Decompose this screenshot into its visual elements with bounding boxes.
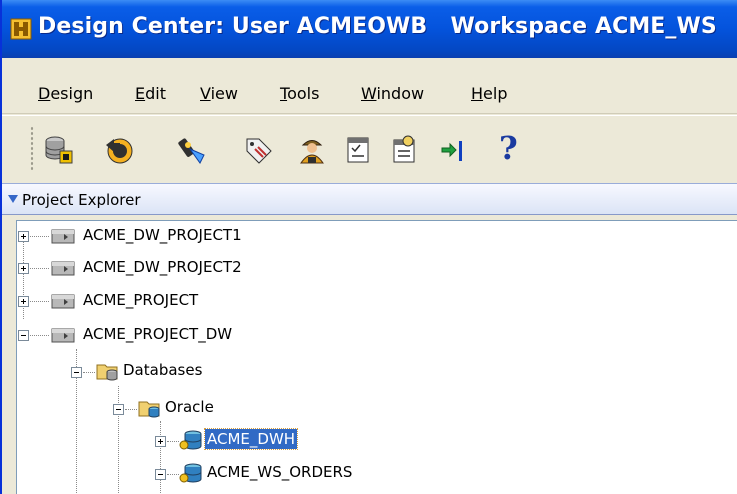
database-button[interactable] (42, 133, 76, 167)
menu-window[interactable]: Window (361, 84, 424, 103)
project-explorer-title: Project Explorer (22, 191, 141, 209)
tag-icon (246, 138, 272, 164)
menu-view[interactable]: View (200, 84, 238, 103)
app-icon (10, 18, 32, 40)
module-icon (179, 463, 202, 483)
flashlight-icon (178, 138, 205, 164)
undo-icon (106, 138, 133, 164)
module-icon (179, 430, 202, 450)
design-center-window: Design Center: User ACMEOWB Workspace AC… (0, 0, 737, 494)
goto-end-icon (441, 141, 462, 161)
oracle-folder-icon (138, 401, 160, 418)
tree-node-acme-dw-project2[interactable]: ACME_DW_PROJECT2 (81, 257, 244, 277)
expand-toggle[interactable] (18, 263, 29, 274)
undo-button[interactable] (102, 133, 136, 167)
project-icon (51, 294, 75, 309)
project-tree: ACME_DW_PROJECT1 ACME_DW_PROJECT2 ACME_P… (16, 220, 737, 494)
databases-folder-icon (96, 364, 118, 381)
properties-alt-button[interactable] (388, 133, 422, 167)
tree-node-acme-dw-project1[interactable]: ACME_DW_PROJECT1 (81, 225, 244, 245)
tree-connector (30, 301, 49, 302)
help-icon: ? (499, 129, 518, 167)
expand-toggle[interactable] (18, 296, 29, 307)
properties-icon (347, 137, 369, 163)
tree-connector (160, 421, 161, 494)
project-icon (51, 229, 75, 244)
tag-button[interactable] (241, 133, 275, 167)
collapse-toggle[interactable] (155, 469, 166, 480)
help-button[interactable]: ? (491, 129, 525, 167)
menu-help[interactable]: Help (471, 84, 507, 103)
tree-node-acme-ws-orders[interactable]: ACME_WS_ORDERS (205, 462, 354, 482)
tree-node-acme-project-dw[interactable]: ACME_PROJECT_DW (81, 324, 234, 344)
project-icon (51, 261, 75, 276)
tree-connector (30, 268, 49, 269)
collapse-triangle-icon[interactable] (8, 195, 18, 203)
menu-tools[interactable]: Tools (280, 84, 319, 103)
tree-connector (83, 372, 95, 373)
tree-node-acme-project[interactable]: ACME_PROJECT (81, 290, 200, 310)
goto-end-button[interactable] (434, 133, 468, 167)
database-icon (45, 136, 73, 164)
tree-connector (125, 409, 137, 410)
properties-button[interactable] (342, 133, 376, 167)
expand-toggle[interactable] (155, 436, 166, 447)
project-explorer-header[interactable]: Project Explorer (2, 183, 737, 215)
flashlight-button[interactable] (176, 133, 210, 167)
tree-connector (167, 474, 179, 475)
tree-connector (30, 335, 49, 336)
project-icon (51, 328, 75, 343)
collapse-toggle[interactable] (71, 367, 82, 378)
tree-connector (30, 236, 49, 237)
user-button[interactable] (295, 133, 329, 167)
toolbar: ? (2, 115, 737, 181)
user-icon (300, 140, 324, 164)
window-title: Design Center: User ACMEOWB Workspace AC… (38, 14, 717, 39)
collapse-toggle[interactable] (113, 404, 124, 415)
title-bar[interactable]: Design Center: User ACMEOWB Workspace AC… (2, 0, 737, 58)
collapse-toggle[interactable] (18, 330, 29, 341)
tree-connector (118, 386, 119, 494)
tree-node-oracle[interactable]: Oracle (163, 397, 216, 417)
tree-connector (167, 441, 179, 442)
tree-node-databases[interactable]: Databases (121, 360, 204, 380)
tree-node-acme-dwh[interactable]: ACME_DWH (203, 428, 299, 450)
toolbar-grip[interactable] (30, 126, 34, 172)
menu-bar: Design Edit View Tools Window Help (2, 72, 737, 114)
menu-design[interactable]: Design (38, 84, 93, 103)
expand-toggle[interactable] (18, 231, 29, 242)
menu-edit[interactable]: Edit (135, 84, 166, 103)
properties-alt-icon (393, 135, 415, 163)
